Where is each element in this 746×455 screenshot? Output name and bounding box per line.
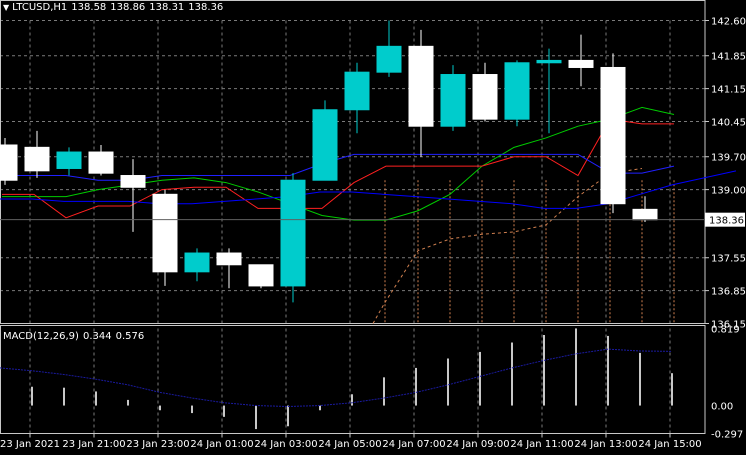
candle-body[interactable] [56,151,82,169]
candle-body[interactable] [312,109,338,181]
candle-body[interactable] [536,59,562,64]
candle-body[interactable] [344,71,370,111]
time-axis-label: 23 Jan 23:00 [126,439,189,450]
candle-body[interactable] [88,151,114,174]
collapse-triangle-icon[interactable]: ▼ [3,3,9,12]
candle-body[interactable] [632,208,658,221]
candle-body[interactable] [504,62,530,120]
time-axis-label: 23 Jan 21:00 [62,439,125,450]
price-axis-label: 141.15 [711,85,746,96]
candle-body[interactable] [24,146,50,172]
price-axis-label: 141.85 [711,52,746,63]
symbol-label: LTCUSD,H1 [12,2,68,13]
candle-body[interactable] [376,45,402,73]
open-price: 138.58 [71,2,107,13]
price-axis-label: 137.55 [711,254,746,265]
time-axis-label: 24 Jan 01:00 [190,439,253,450]
macd-main-value: 0.344 [82,331,112,342]
symbol-header: ▼ LTCUSD,H1 138.58 138.86 138.31 138.36 [3,2,227,13]
macd-header: MACD(12,26,9) 0.344 0.576 [3,331,148,342]
candle-body[interactable] [120,175,146,188]
candle-body[interactable] [0,144,18,181]
candle-body[interactable] [472,74,498,120]
current-price-label: 138.36 [709,216,744,227]
price-axis-label: 139.00 [711,186,746,197]
candle-body[interactable] [248,264,274,287]
time-axis-label: 24 Jan 13:00 [574,439,637,450]
high-price: 138.86 [110,2,146,13]
candle-body[interactable] [280,179,306,287]
macd-axis-label: 0.00 [711,402,733,413]
candle-body[interactable] [408,45,434,127]
macd-axis-label: -0.297 [711,430,743,441]
macd-label: MACD(12,26,9) [3,331,79,342]
time-axis-label: 23 Jan 2021 [0,439,60,450]
price-axis-label: 139.70 [711,153,746,164]
macd-signal-line [0,348,673,407]
time-axis-label: 24 Jan 03:00 [254,439,317,450]
time-axis-label: 24 Jan 15:00 [638,439,701,450]
chart-window[interactable]: 142.60 141.85 141.15 140.45 139.70 139.00 137.… [0,0,746,455]
time-axis-label: 24 Jan 09:00 [446,439,509,450]
candle-body[interactable] [152,193,178,273]
price-chart[interactable]: 142.60 141.85 141.15 140.45 139.70 139.00 137.… [0,0,746,455]
candle-body[interactable] [440,74,466,127]
macd-signal-value: 0.576 [115,331,145,342]
candle-body[interactable] [568,59,594,68]
candle-body[interactable] [216,252,242,266]
close-price: 138.36 [188,2,224,13]
time-axis-label: 24 Jan 05:00 [318,439,381,450]
candle-body[interactable] [600,66,626,205]
price-axis-label: 136.85 [711,287,746,298]
candle-body[interactable] [184,252,210,273]
time-axis-label: 24 Jan 11:00 [510,439,573,450]
price-axis-label: 140.45 [711,118,746,129]
time-axis-label: 24 Jan 07:00 [382,439,445,450]
low-price: 138.31 [149,2,185,13]
price-axis-label: 142.60 [711,17,746,28]
macd-axis-label: 0.819 [711,325,740,336]
